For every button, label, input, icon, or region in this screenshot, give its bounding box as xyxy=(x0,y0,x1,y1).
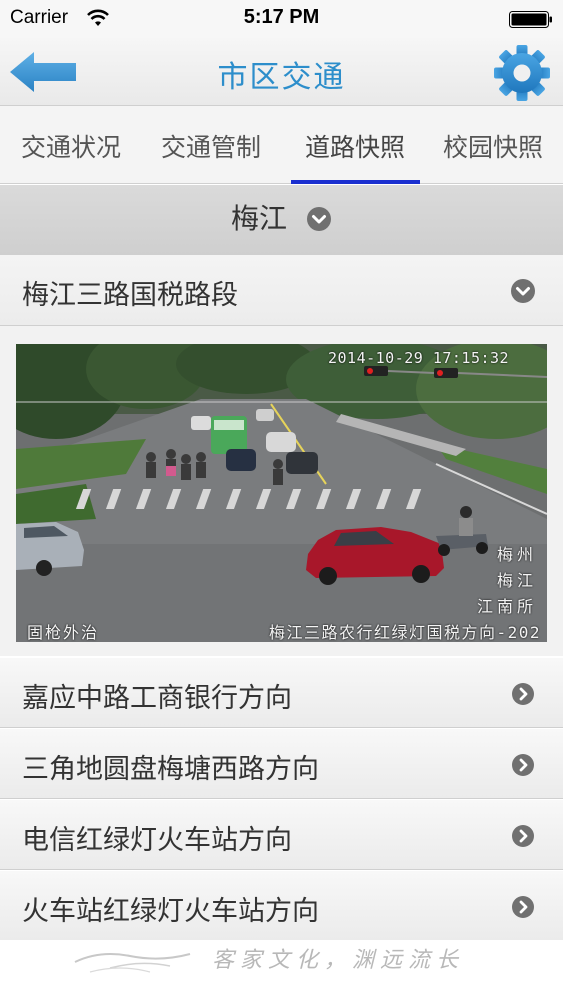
chevron-down-icon xyxy=(307,207,332,231)
direction-label: 电信红绿灯火车站方向 xyxy=(22,825,292,856)
ink-brush-decoration xyxy=(74,953,191,973)
chevron-right-icon xyxy=(512,683,534,705)
gear-icon[interactable] xyxy=(493,44,551,102)
traffic-camera-image[interactable]: 2014-10-29 17:15:32 梅州 梅江 江南所 固枪外治 梅江三路农… xyxy=(16,344,547,642)
camera-scene xyxy=(16,344,547,642)
tab-traffic-status[interactable]: 交通状况 xyxy=(4,106,138,184)
tab-campus-snapshot[interactable]: 校园快照 xyxy=(426,106,560,184)
active-tab-indicator xyxy=(291,180,420,184)
direction-label: 火车站红绿灯火车站方向 xyxy=(22,896,319,927)
direction-item-sanjiaodi[interactable]: 三角地圆盘梅塘西路方向 xyxy=(0,729,563,799)
chevron-right-icon xyxy=(512,754,534,776)
tab-bar: 交通状况 交通管制 道路快照 校园快照 xyxy=(0,106,563,184)
tab-traffic-control[interactable]: 交通管制 xyxy=(144,106,278,184)
road-section-selector[interactable]: 梅江三路国税路段 xyxy=(0,255,563,326)
road-section-label: 梅江三路国税路段 xyxy=(22,280,238,311)
footer-slogan: 客家文化，渊远流长 xyxy=(212,948,465,973)
region-label: 梅江 xyxy=(230,202,287,235)
direction-label: 三角地圆盘梅塘西路方向 xyxy=(22,754,319,785)
direction-label: 嘉应中路工商银行方向 xyxy=(22,683,292,714)
snapshot-panel: 2014-10-29 17:15:32 梅州 梅江 江南所 固枪外治 梅江三路农… xyxy=(0,326,563,656)
back-arrow-icon[interactable] xyxy=(8,50,80,94)
nav-bar: 市区交通 xyxy=(0,38,563,106)
direction-item-dianxin[interactable]: 电信红绿灯火车站方向 xyxy=(0,800,563,870)
chevron-down-icon xyxy=(511,279,535,303)
camera-location-line1: 梅州 xyxy=(496,545,537,564)
camera-left-caption: 固枪外治 xyxy=(27,623,100,642)
camera-location-line2: 梅江 xyxy=(496,571,537,590)
direction-item-huochezhan[interactable]: 火车站红绿灯火车站方向 xyxy=(0,871,563,941)
footer: 客家文化，渊远流长 xyxy=(0,940,563,1000)
battery-icon xyxy=(509,11,552,28)
clock: 5:17 PM xyxy=(243,6,320,28)
camera-location-line3: 江南所 xyxy=(476,597,537,616)
tab-road-snapshot[interactable]: 道路快照 xyxy=(288,106,422,184)
camera-right-caption: 梅江三路农行红绿灯国税方向-202 xyxy=(268,623,541,642)
direction-item-jiaying[interactable]: 嘉应中路工商银行方向 xyxy=(0,658,563,728)
chevron-right-icon xyxy=(512,825,534,847)
status-bar: Carrier 5:17 PM xyxy=(0,0,563,38)
page-title: 市区交通 xyxy=(217,60,346,95)
chevron-right-icon xyxy=(512,896,534,918)
region-selector[interactable]: 梅江 xyxy=(0,185,563,255)
camera-timestamp: 2014-10-29 17:15:32 xyxy=(328,349,510,367)
